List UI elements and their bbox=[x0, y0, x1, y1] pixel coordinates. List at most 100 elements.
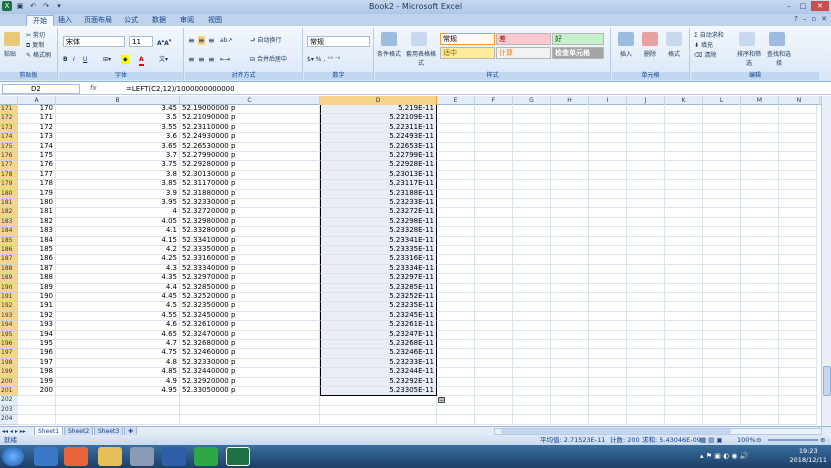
name-box[interactable]: D2 bbox=[2, 84, 80, 94]
empty-cell[interactable] bbox=[475, 199, 513, 209]
empty-cell[interactable] bbox=[779, 405, 817, 416]
align-right-icon[interactable]: ≡ bbox=[208, 55, 215, 64]
empty-cell[interactable] bbox=[627, 377, 665, 387]
cell-a[interactable]: 189 bbox=[18, 283, 56, 293]
empty-cell[interactable] bbox=[627, 199, 665, 209]
align-middle-icon[interactable]: ≡ bbox=[198, 36, 205, 45]
empty-cell[interactable] bbox=[513, 349, 551, 359]
maximize-icon[interactable]: □ bbox=[797, 1, 809, 11]
empty-cell[interactable] bbox=[589, 105, 627, 115]
empty-cell[interactable] bbox=[703, 133, 741, 143]
cell-c[interactable]: 52.33280000 p bbox=[180, 227, 320, 237]
empty-cell[interactable] bbox=[475, 189, 513, 199]
cell-b[interactable]: 4.5 bbox=[56, 302, 180, 312]
empty-cell[interactable] bbox=[703, 340, 741, 350]
empty-cell[interactable] bbox=[513, 396, 551, 406]
column-header[interactable]: J bbox=[627, 96, 665, 105]
cell-a[interactable]: 178 bbox=[18, 180, 56, 190]
orientation-icon[interactable]: ab↗ bbox=[220, 36, 233, 45]
delete-cells-icon[interactable] bbox=[642, 32, 658, 46]
empty-cell[interactable] bbox=[741, 199, 779, 209]
row-header[interactable]: 202 bbox=[0, 396, 18, 406]
cell-b[interactable]: 4.95 bbox=[56, 387, 180, 397]
empty-cell[interactable] bbox=[779, 208, 817, 218]
sort-filter-icon[interactable] bbox=[739, 32, 755, 46]
empty-cell[interactable] bbox=[665, 246, 703, 256]
empty-cell[interactable] bbox=[741, 387, 779, 397]
empty-cell[interactable] bbox=[703, 264, 741, 275]
empty-cell[interactable] bbox=[475, 330, 513, 340]
empty-cell[interactable] bbox=[513, 170, 551, 181]
empty-cell[interactable] bbox=[589, 293, 627, 303]
empty-cell[interactable] bbox=[437, 405, 475, 416]
empty-cell[interactable] bbox=[589, 283, 627, 293]
empty-cell[interactable] bbox=[437, 189, 475, 199]
align-left-icon[interactable]: ≡ bbox=[188, 55, 195, 64]
cell-c[interactable]: 52.29280000 p bbox=[180, 161, 320, 171]
empty-cell[interactable] bbox=[437, 274, 475, 284]
cell-d[interactable]: 5.23117E-11 bbox=[320, 180, 437, 190]
empty-cell[interactable] bbox=[513, 180, 551, 190]
fx-icon[interactable]: fx bbox=[90, 84, 97, 92]
empty-cell[interactable] bbox=[779, 396, 817, 406]
cell-c[interactable]: 52.33410000 p bbox=[180, 236, 320, 246]
conditional-format-icon[interactable] bbox=[381, 32, 397, 46]
empty-cell[interactable] bbox=[703, 349, 741, 359]
column-header[interactable]: M bbox=[741, 96, 779, 105]
empty-cell[interactable] bbox=[589, 227, 627, 237]
cell-b[interactable]: 4.7 bbox=[56, 340, 180, 350]
empty-cell[interactable] bbox=[703, 311, 741, 322]
row-header[interactable]: 191 bbox=[0, 293, 18, 303]
vertical-scroll-thumb[interactable] bbox=[823, 366, 831, 396]
empty-cell[interactable] bbox=[741, 170, 779, 181]
empty-cell[interactable] bbox=[551, 264, 589, 275]
empty-cell[interactable] bbox=[475, 114, 513, 124]
row-header[interactable]: 186 bbox=[0, 246, 18, 256]
row-header[interactable]: 192 bbox=[0, 302, 18, 312]
empty-cell[interactable] bbox=[627, 302, 665, 312]
cell-d[interactable]: 5.23013E-11 bbox=[320, 170, 437, 181]
excel-taskbar-icon[interactable] bbox=[226, 447, 250, 466]
empty-cell[interactable] bbox=[779, 340, 817, 350]
empty-cell[interactable] bbox=[703, 189, 741, 199]
empty-cell[interactable] bbox=[627, 227, 665, 237]
cell-d[interactable]: 5.23316E-11 bbox=[320, 255, 437, 265]
explorer-icon[interactable] bbox=[98, 447, 122, 466]
empty-cell[interactable] bbox=[741, 405, 779, 416]
empty-cell[interactable] bbox=[779, 255, 817, 265]
cell-a[interactable]: 174 bbox=[18, 142, 56, 152]
empty-cell[interactable] bbox=[475, 227, 513, 237]
empty-cell[interactable] bbox=[779, 199, 817, 209]
cell-a[interactable] bbox=[18, 405, 56, 416]
empty-cell[interactable] bbox=[551, 199, 589, 209]
empty-cell[interactable] bbox=[551, 387, 589, 397]
empty-cell[interactable] bbox=[779, 161, 817, 171]
empty-cell[interactable] bbox=[551, 283, 589, 293]
system-tray-icons[interactable]: ▴ ⚑ ▣ ◐ ◉ 🔊 bbox=[700, 452, 748, 460]
empty-cell[interactable] bbox=[665, 114, 703, 124]
empty-cell[interactable] bbox=[627, 340, 665, 350]
empty-cell[interactable] bbox=[437, 415, 475, 425]
row-header[interactable]: 199 bbox=[0, 368, 18, 378]
cell-a[interactable]: 185 bbox=[18, 246, 56, 256]
font-color-icon[interactable]: A bbox=[139, 55, 144, 66]
empty-cell[interactable] bbox=[741, 123, 779, 134]
row-header[interactable]: 175 bbox=[0, 142, 18, 152]
cell-a[interactable]: 173 bbox=[18, 133, 56, 143]
cell-d[interactable]: 5.23245E-11 bbox=[320, 311, 437, 322]
cell-b[interactable]: 3.8 bbox=[56, 170, 180, 181]
column-header[interactable]: A bbox=[18, 96, 56, 105]
format-button[interactable]: 格式 bbox=[668, 50, 680, 59]
cell-a[interactable] bbox=[18, 415, 56, 425]
cell-c[interactable]: 52.21090000 p bbox=[180, 114, 320, 124]
conditional-format-button[interactable]: 条件格式 bbox=[377, 50, 401, 59]
empty-cell[interactable] bbox=[703, 358, 741, 369]
empty-cell[interactable] bbox=[513, 199, 551, 209]
column-header[interactable]: C bbox=[180, 96, 320, 105]
empty-cell[interactable] bbox=[589, 415, 627, 425]
cell-a[interactable]: 192 bbox=[18, 311, 56, 322]
empty-cell[interactable] bbox=[551, 227, 589, 237]
empty-cell[interactable] bbox=[475, 208, 513, 218]
cell-a[interactable]: 190 bbox=[18, 293, 56, 303]
empty-cell[interactable] bbox=[627, 246, 665, 256]
